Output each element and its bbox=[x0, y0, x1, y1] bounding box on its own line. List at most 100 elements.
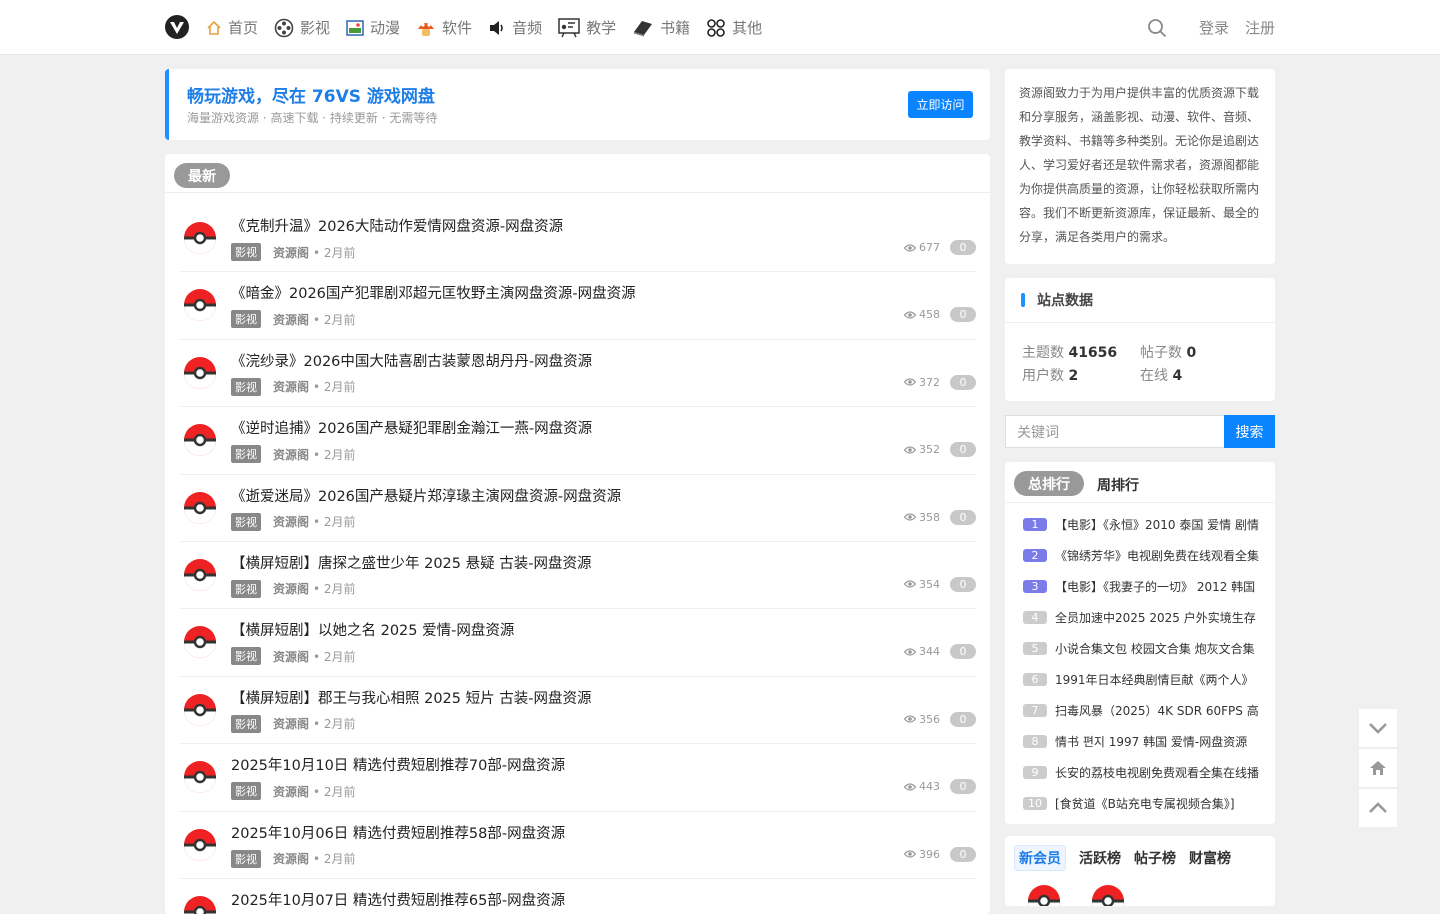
ranking-item[interactable]: 8 情书 편지 1997 韩国 爱情-网盘资源 bbox=[1023, 726, 1275, 757]
register-link[interactable]: 注册 bbox=[1245, 17, 1275, 38]
thread-row[interactable]: 《暗金》2026国产犯罪剧邓超元匡牧野主演网盘资源-网盘资源 影视 资源阁 • 2月前… bbox=[179, 272, 976, 340]
thread-row[interactable]: 《逝爱迷局》2026国产悬疑片郑淳瑑主演网盘资源-网盘资源 影视 资源阁 • 2月前 3… bbox=[179, 475, 976, 542]
banner-title[interactable]: 畅玩游戏，尽在 76VS 游戏网盘 bbox=[187, 82, 435, 107]
thread-title[interactable]: 《逆时追捕》2026国产悬疑犯罪剧金瀚江一燕-网盘资源 bbox=[231, 417, 592, 438]
ranking-item[interactable]: 1 【电影】《永恒》2010 泰国 爱情 剧情 bbox=[1023, 509, 1275, 540]
author-name[interactable]: 资源阁 bbox=[273, 580, 309, 597]
thread-title[interactable]: 《浣纱录》2026中国大陆喜剧古装蒙恩胡丹丹-网盘资源 bbox=[231, 350, 592, 371]
post-time: • 2月前 bbox=[313, 852, 356, 867]
thread-title[interactable]: 2025年10月07日 精选付费短剧推荐65部-网盘资源 bbox=[231, 889, 565, 910]
author-avatar[interactable] bbox=[183, 288, 217, 322]
category-tag[interactable]: 影视 bbox=[231, 310, 261, 329]
author-avatar[interactable] bbox=[183, 221, 217, 255]
thread-title[interactable]: 【横屏短剧】郡王与我心相照 2025 短片 古装-网盘资源 bbox=[231, 687, 591, 708]
author-avatar[interactable] bbox=[183, 423, 217, 457]
thread-title[interactable]: 《暗金》2026国产犯罪剧邓超元匡牧野主演网盘资源-网盘资源 bbox=[231, 282, 636, 303]
rank-number-badge: 3 bbox=[1023, 580, 1047, 593]
nav-label: 影视 bbox=[300, 19, 331, 37]
member-avatar[interactable] bbox=[1091, 884, 1125, 906]
site-logo-icon[interactable] bbox=[164, 14, 190, 40]
member-avatar[interactable] bbox=[1027, 884, 1061, 906]
scroll-down-button[interactable] bbox=[1358, 708, 1398, 748]
thread-stats: 677 0 bbox=[904, 240, 976, 255]
author-name[interactable]: 资源阁 bbox=[273, 715, 309, 732]
author-name[interactable]: 资源阁 bbox=[273, 513, 309, 530]
thread-row[interactable]: 2025年10月07日 精选付费短剧推荐65部-网盘资源影视资源阁• 2月前 bbox=[179, 879, 976, 914]
author-name[interactable]: 资源阁 bbox=[273, 446, 309, 463]
search-icon[interactable] bbox=[1147, 18, 1167, 38]
author-name[interactable]: 资源阁 bbox=[273, 378, 309, 395]
thread-row[interactable]: 【横屏短剧】郡王与我心相照 2025 短片 古装-网盘资源 影视 资源阁 • 2月前 3… bbox=[179, 677, 976, 745]
category-tag[interactable]: 影视 bbox=[231, 377, 261, 396]
ranking-item[interactable]: 4 全员加速中2025 2025 户外实境生存 bbox=[1023, 602, 1275, 633]
thread-title[interactable]: 2025年10月10日 精选付费短剧推荐70部-网盘资源 bbox=[231, 754, 565, 775]
nav-item-anime[interactable]: 动漫 bbox=[346, 17, 400, 38]
nav-item-film[interactable]: 影视 bbox=[274, 17, 330, 38]
ranking-item[interactable]: 3 【电影】《我妻子的一切》 2012 韩国 bbox=[1023, 571, 1275, 602]
nav-item-other[interactable]: 其他 bbox=[706, 17, 762, 38]
author-name[interactable]: 资源阁 bbox=[273, 244, 309, 261]
thread-title[interactable]: 《克制升温》2026大陆动作爱情网盘资源-网盘资源 bbox=[231, 215, 563, 236]
category-tag[interactable]: 影视 bbox=[231, 647, 261, 666]
ranking-item[interactable]: 9 长安的荔枝电视剧免费观看全集在线播 bbox=[1023, 757, 1275, 788]
category-tag[interactable]: 影视 bbox=[231, 849, 261, 868]
scroll-top-button[interactable] bbox=[1358, 788, 1398, 828]
thread-title[interactable]: 《逝爱迷局》2026国产悬疑片郑淳瑑主演网盘资源-网盘资源 bbox=[231, 485, 621, 506]
thread-row[interactable]: 《克制升温》2026大陆动作爱情网盘资源-网盘资源 影视 资源阁 • 2月前 677 0 bbox=[179, 205, 976, 273]
category-tag[interactable]: 影视 bbox=[231, 243, 261, 261]
stat-users: 用户数 2 bbox=[1022, 365, 1140, 385]
ranking-item[interactable]: 7 扫毒风暴（2025）4K SDR 60FPS 高 bbox=[1023, 695, 1275, 726]
author-name[interactable]: 资源阁 bbox=[273, 783, 309, 800]
thread-title[interactable]: 【横屏短剧】唐探之盛世少年 2025 悬疑 古装-网盘资源 bbox=[231, 552, 591, 573]
author-name[interactable]: 资源阁 bbox=[273, 850, 309, 867]
thread-row[interactable]: 【横屏短剧】唐探之盛世少年 2025 悬疑 古装-网盘资源 影视 资源阁 • 2月前 3… bbox=[179, 542, 976, 610]
author-avatar[interactable] bbox=[183, 828, 217, 862]
category-tag[interactable]: 影视 bbox=[231, 782, 261, 801]
thread-title[interactable]: 2025年10月06日 精选付费短剧推荐58部-网盘资源 bbox=[231, 822, 565, 843]
members-tab[interactable]: 帖子榜 bbox=[1134, 848, 1176, 868]
author-name[interactable]: 资源阁 bbox=[273, 648, 309, 665]
thread-title[interactable]: 【横屏短剧】以她之名 2025 爱情-网盘资源 bbox=[231, 619, 514, 640]
thread-row[interactable]: 《浣纱录》2026中国大陆喜剧古装蒙恩胡丹丹-网盘资源 影视 资源阁 • 2月前 372… bbox=[179, 340, 976, 408]
category-tag[interactable]: 影视 bbox=[231, 512, 261, 531]
author-avatar[interactable] bbox=[183, 356, 217, 390]
nav-item-books[interactable]: 书籍 bbox=[632, 17, 690, 38]
ranking-item[interactable]: 10 [食贫道《B站充电专属视频合集》] bbox=[1023, 788, 1275, 819]
author-avatar[interactable] bbox=[183, 625, 217, 659]
author-name[interactable]: 资源阁 bbox=[273, 311, 309, 328]
thread-row[interactable]: 2025年10月10日 精选付费短剧推荐70部-网盘资源 影视 资源阁 • 2月前 44… bbox=[179, 744, 976, 812]
nav-item-software[interactable]: 软件 bbox=[416, 17, 472, 38]
home-button[interactable] bbox=[1358, 748, 1398, 788]
ranking-item[interactable]: 5 小说合集文包 校园文合集 炮灰文合集 bbox=[1023, 633, 1275, 664]
home-icon bbox=[207, 20, 221, 35]
ranking-item[interactable]: 2 《锦绣芳华》电视剧免费在线观看全集 bbox=[1023, 540, 1275, 571]
login-link[interactable]: 登录 bbox=[1199, 17, 1229, 38]
thread-stats: 358 0 bbox=[904, 509, 976, 525]
members-tab[interactable]: 财富榜 bbox=[1189, 848, 1231, 868]
category-tag[interactable]: 影视 bbox=[231, 445, 261, 464]
author-avatar[interactable] bbox=[183, 895, 217, 914]
author-avatar[interactable] bbox=[183, 760, 217, 794]
nav-item-teaching[interactable]: 教学 bbox=[558, 17, 616, 38]
author-avatar[interactable] bbox=[183, 693, 217, 727]
author-avatar[interactable] bbox=[183, 558, 217, 592]
thread-row[interactable]: 《逆时追捕》2026国产悬疑犯罪剧金瀚江一燕-网盘资源 影视 资源阁 • 2月前 352… bbox=[179, 407, 976, 475]
main-column: 畅玩游戏，尽在 76VS 游戏网盘 海量游戏资源 · 高速下载 · 持续更新 ·… bbox=[165, 69, 990, 914]
members-tab[interactable]: 活跃榜 bbox=[1079, 848, 1121, 868]
thread-row[interactable]: 【横屏短剧】以她之名 2025 爱情-网盘资源 影视 资源阁 • 2月前 344 0 bbox=[179, 609, 976, 677]
ranking-item[interactable]: 6 1991年日本经典剧情巨献《两个人》 bbox=[1023, 664, 1275, 695]
thread-row[interactable]: 2025年10月06日 精选付费短剧推荐58部-网盘资源 影视 资源阁 • 2月前 39… bbox=[179, 812, 976, 879]
search-button[interactable]: 搜索 bbox=[1224, 415, 1275, 448]
author-avatar[interactable] bbox=[183, 491, 217, 525]
ranking-title: 全员加速中2025 2025 户外实境生存 bbox=[1055, 611, 1256, 625]
tab-total-rank[interactable]: 总排行 bbox=[1014, 471, 1084, 496]
search-input[interactable]: 关键词 bbox=[1005, 415, 1224, 448]
category-tag[interactable]: 影视 bbox=[231, 714, 261, 733]
tab-latest[interactable]: 最新 bbox=[174, 163, 230, 188]
tab-weekly-rank[interactable]: 周排行 bbox=[1097, 475, 1139, 495]
members-tab[interactable]: 新会员 bbox=[1014, 845, 1066, 871]
category-tag[interactable]: 影视 bbox=[231, 579, 261, 598]
visit-now-button[interactable]: 立即访问 bbox=[908, 91, 973, 118]
nav-item-home[interactable]: 首页 bbox=[206, 17, 258, 38]
nav-item-audio[interactable]: 音频 bbox=[488, 17, 542, 38]
